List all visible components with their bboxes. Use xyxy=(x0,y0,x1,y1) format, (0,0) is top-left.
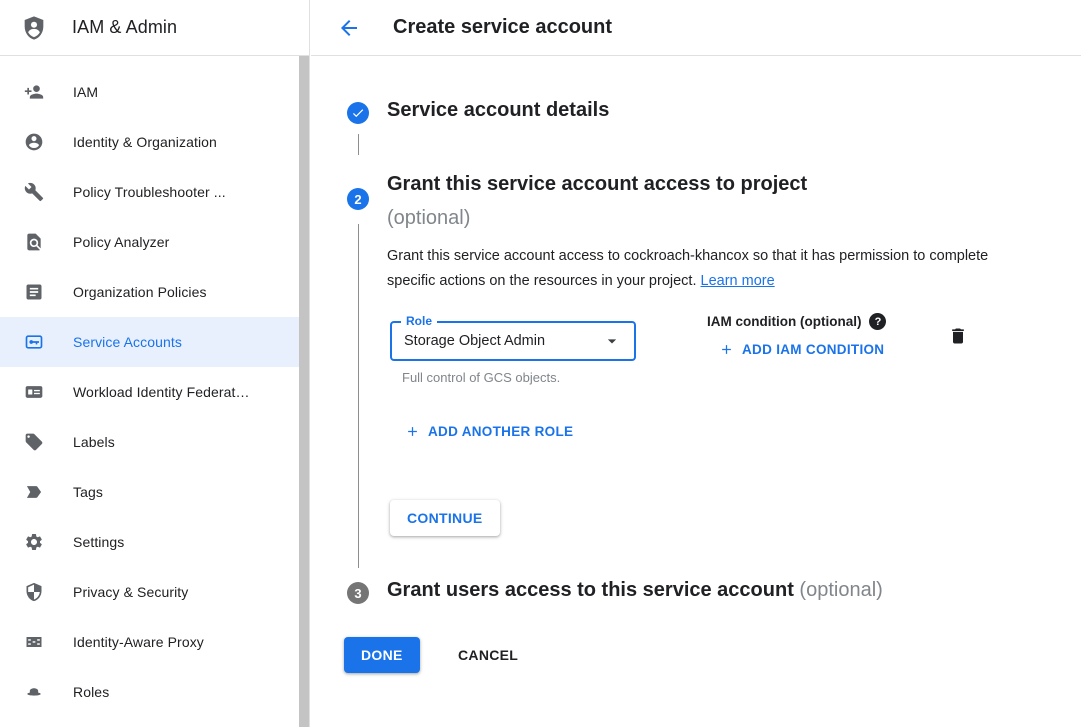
plus-icon xyxy=(719,342,734,357)
iam-condition-header: IAM condition (optional) ? xyxy=(707,313,886,330)
step1-completed-indicator xyxy=(347,102,369,124)
main-header: Create service account xyxy=(311,0,1081,56)
iam-admin-sidebar: IAM & Admin IAM Identity & Organization … xyxy=(0,0,310,727)
sidebar-item-identity-aware-proxy[interactable]: Identity-Aware Proxy xyxy=(0,617,309,667)
sidebar-item-settings[interactable]: Settings xyxy=(0,517,309,567)
document-search-icon xyxy=(24,232,44,252)
role-helper-text: Full control of GCS objects. xyxy=(402,370,560,385)
iam-condition-label: IAM condition (optional) xyxy=(707,314,861,329)
step3-indicator: 3 xyxy=(347,582,369,604)
gear-icon xyxy=(24,532,44,552)
add-another-role-button[interactable]: ADD ANOTHER ROLE xyxy=(405,424,573,439)
gcp-console-app: IAM & Admin IAM Identity & Organization … xyxy=(0,0,1081,727)
sidebar-header: IAM & Admin xyxy=(0,0,309,56)
learn-more-link[interactable]: Learn more xyxy=(701,273,775,289)
sidebar-item-label: Privacy & Security xyxy=(73,584,188,600)
identity-card-icon xyxy=(24,382,44,402)
sidebar-item-label: IAM xyxy=(73,84,98,100)
hat-icon xyxy=(24,682,44,702)
step3-title: Grant users access to this service accou… xyxy=(387,579,883,602)
step2-description: Grant this service account access to coc… xyxy=(387,244,991,294)
sidebar-item-label: Tags xyxy=(73,484,103,500)
create-service-account-form: Service account details 2 Grant this ser… xyxy=(311,56,1081,727)
security-shield-icon xyxy=(24,582,44,602)
role-dropdown[interactable]: Role Storage Object Admin xyxy=(390,321,636,361)
proxy-board-icon xyxy=(24,632,44,652)
dropdown-arrow-icon xyxy=(602,331,622,351)
label-tag-icon xyxy=(24,432,44,452)
sidebar-scrollbar[interactable] xyxy=(299,56,309,727)
cancel-button[interactable]: CANCEL xyxy=(441,637,535,673)
page-title: Create service account xyxy=(393,16,612,39)
sidebar-item-label: Identity-Aware Proxy xyxy=(73,634,204,650)
sidebar-item-labels[interactable]: Labels xyxy=(0,417,309,467)
iam-admin-shield-icon xyxy=(20,14,48,42)
sidebar-item-privacy-security[interactable]: Privacy & Security xyxy=(0,567,309,617)
role-selected-value: Storage Object Admin xyxy=(404,333,602,349)
add-iam-condition-button[interactable]: ADD IAM CONDITION xyxy=(719,342,884,357)
sidebar-item-label: Identity & Organization xyxy=(73,134,217,150)
sidebar-item-service-accounts[interactable]: Service Accounts xyxy=(0,317,309,367)
wrench-icon xyxy=(24,182,44,202)
sidebar-scrollbar-thumb[interactable] xyxy=(299,56,309,727)
sidebar-item-label: Settings xyxy=(73,534,124,550)
step2-number: 2 xyxy=(354,192,361,207)
sidebar-item-label: Policy Analyzer xyxy=(73,234,169,250)
sidebar-item-organization-policies[interactable]: Organization Policies xyxy=(0,267,309,317)
sidebar-item-iam[interactable]: IAM xyxy=(0,67,309,117)
step-connector-line xyxy=(358,224,359,568)
step3-number: 3 xyxy=(354,586,361,601)
sidebar-item-identity-organization[interactable]: Identity & Organization xyxy=(0,117,309,167)
service-account-key-icon xyxy=(24,332,44,352)
delete-role-button[interactable] xyxy=(948,326,970,348)
sidebar-item-workload-identity-federation[interactable]: Workload Identity Federat… xyxy=(0,367,309,417)
continue-button[interactable]: CONTINUE xyxy=(390,500,500,536)
sidebar-item-label: Policy Troubleshooter ... xyxy=(73,184,226,200)
sidebar-item-policy-analyzer[interactable]: Policy Analyzer xyxy=(0,217,309,267)
main-panel: Create service account Service account d… xyxy=(311,0,1081,727)
step-connector-line xyxy=(358,134,359,155)
sidebar-item-label: Service Accounts xyxy=(73,334,182,350)
step1-title: Service account details xyxy=(387,99,609,122)
step3-optional-label: (optional) xyxy=(799,579,882,601)
help-icon[interactable]: ? xyxy=(869,313,886,330)
sidebar-nav: IAM Identity & Organization Policy Troub… xyxy=(0,56,309,717)
role-field-label: Role xyxy=(401,314,437,328)
done-button[interactable]: DONE xyxy=(344,637,420,673)
sidebar-title: IAM & Admin xyxy=(72,17,177,38)
tag-arrow-icon xyxy=(24,482,44,502)
sidebar-item-roles[interactable]: Roles xyxy=(0,667,309,717)
trash-icon xyxy=(948,326,968,346)
sidebar-item-policy-troubleshooter[interactable]: Policy Troubleshooter ... xyxy=(0,167,309,217)
sidebar-item-label: Workload Identity Federat… xyxy=(73,384,250,400)
document-lines-icon xyxy=(24,282,44,302)
person-add-icon xyxy=(24,82,44,102)
sidebar-item-label: Labels xyxy=(73,434,115,450)
step2-indicator: 2 xyxy=(347,188,369,210)
step2-optional-label: (optional) xyxy=(387,201,807,235)
sidebar-item-tags[interactable]: Tags xyxy=(0,467,309,517)
check-icon xyxy=(351,106,365,120)
back-arrow-icon[interactable] xyxy=(337,16,361,40)
sidebar-item-label: Organization Policies xyxy=(73,284,207,300)
plus-icon xyxy=(405,424,420,439)
identity-person-circle-icon xyxy=(24,132,44,152)
sidebar-item-label: Roles xyxy=(73,684,109,700)
step2-title: Grant this service account access to pro… xyxy=(387,167,807,235)
